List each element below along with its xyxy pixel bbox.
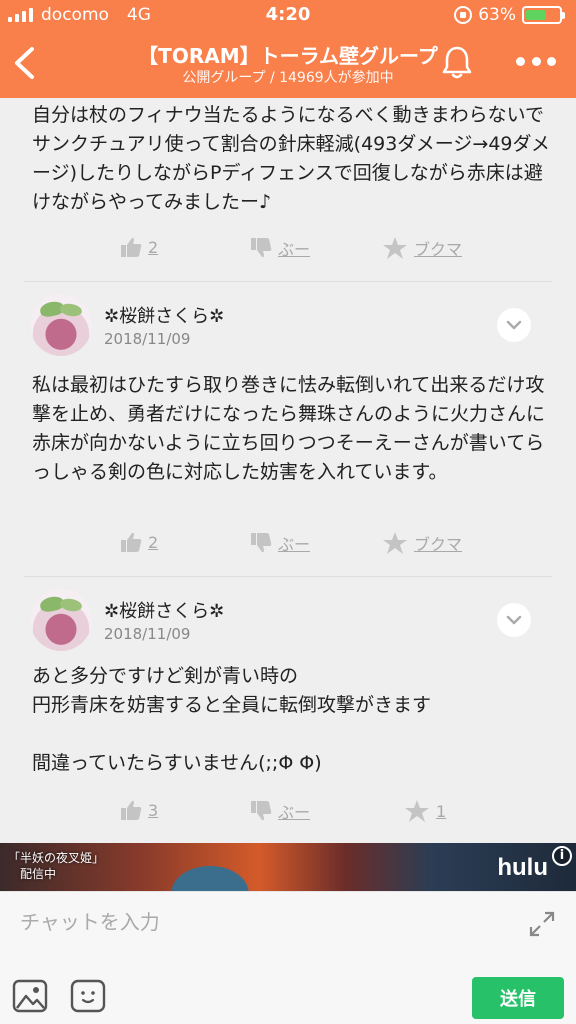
bookmark-label: ブクマ [414, 535, 463, 554]
divider [24, 576, 552, 577]
bookmark-button[interactable]: ブクマ [382, 236, 462, 260]
chevron-down-icon[interactable] [497, 603, 531, 637]
chat-input-bar: 送信 [0, 891, 576, 1024]
post-actions: 3 ぶー 1 [0, 799, 576, 829]
like-button[interactable]: 2 [120, 531, 158, 553]
image-icon[interactable] [12, 979, 48, 1013]
chevron-down-icon[interactable] [497, 308, 531, 342]
dislike-button[interactable]: ぶー [250, 236, 310, 260]
post-line: あと多分ですけど剣が青い時の [32, 665, 299, 687]
status-bar: docomo 4G 4:20 63% [0, 0, 576, 30]
dislike-label: ぶー [278, 240, 311, 259]
sticker-icon[interactable] [70, 979, 106, 1013]
app-header: docomo 4G 4:20 63% 【TORAM】トーラム壁グループ 公開グル… [0, 0, 576, 98]
post-actions: 2 ぶー ブクマ [0, 531, 576, 561]
post-date: 2018/11/09 [104, 625, 191, 643]
bookmark-button[interactable]: ブクマ [382, 531, 462, 555]
more-menu-icon[interactable] [516, 54, 556, 68]
divider [24, 281, 552, 282]
username[interactable]: ✲桜餅さくら✲ [104, 302, 224, 328]
thumbs-down-icon [251, 801, 272, 821]
ad-caption-line: 「半妖の夜叉姫」 [8, 851, 105, 865]
ad-illustration [150, 851, 270, 891]
thumbs-up-icon [121, 800, 142, 820]
dislike-button[interactable]: ぶー [250, 799, 310, 823]
bookmark-button[interactable]: 1 [404, 799, 446, 823]
like-count: 2 [148, 237, 159, 257]
bookmark-label: ブクマ [414, 240, 463, 259]
battery-percent: 63% [478, 5, 516, 25]
post-date: 2018/11/09 [104, 330, 191, 348]
like-count: 3 [148, 800, 159, 820]
expand-icon[interactable] [528, 910, 556, 938]
post-line [32, 720, 552, 749]
dislike-label: ぶー [278, 535, 311, 554]
thumbs-down-icon [251, 238, 272, 258]
star-icon [383, 237, 407, 259]
ad-caption: 「半妖の夜叉姫」 配信中 [8, 850, 104, 882]
avatar[interactable] [30, 589, 92, 651]
dislike-button[interactable]: ぶー [250, 531, 310, 555]
avatar[interactable] [30, 294, 92, 356]
thumbs-up-icon [121, 532, 142, 552]
star-icon [383, 532, 407, 554]
battery-icon [522, 6, 565, 24]
post-actions: 2 ぶー ブクマ [0, 236, 576, 266]
send-button[interactable]: 送信 [472, 977, 564, 1019]
like-button[interactable]: 3 [120, 799, 158, 821]
username[interactable]: ✲桜餅さくら✲ [104, 597, 224, 623]
dislike-label: ぶー [278, 803, 311, 822]
ad-banner[interactable]: 「半妖の夜叉姫」 配信中 hulu i [0, 843, 576, 891]
post-line: 円形青床を妨害すると全員に転倒攻撃がきます [32, 694, 432, 716]
back-icon[interactable] [12, 46, 38, 80]
thumbs-up-icon [121, 237, 142, 257]
like-count: 2 [148, 532, 159, 552]
rotation-lock-icon [454, 6, 473, 24]
post-text: 私は最初はひたすら取り巻きに怯み転倒いれて出来るだけ攻撃を止め、勇者だけになった… [32, 374, 546, 483]
bell-icon[interactable] [440, 44, 474, 80]
chat-input[interactable] [20, 902, 510, 942]
post-text: 自分は杖のフィナウ当たるようになるべく動きまわらないでサンクチュアリ使って割合の… [32, 104, 550, 213]
post-text: あと多分ですけど剣が青い時の 円形青床を妨害すると全員に転倒攻撃がきます 間違っ… [32, 662, 552, 778]
info-icon[interactable]: i [552, 846, 572, 866]
ad-caption-line: 配信中 [20, 867, 57, 881]
like-button[interactable]: 2 [120, 236, 158, 258]
post-line: 間違っていたらすいません(;;Φ Φ) [32, 752, 322, 774]
ad-brand-logo: hulu [497, 854, 548, 881]
status-right: 63% [454, 5, 565, 25]
bookmark-count: 1 [436, 801, 447, 821]
thumbs-down-icon [251, 533, 272, 553]
star-icon [405, 800, 429, 822]
